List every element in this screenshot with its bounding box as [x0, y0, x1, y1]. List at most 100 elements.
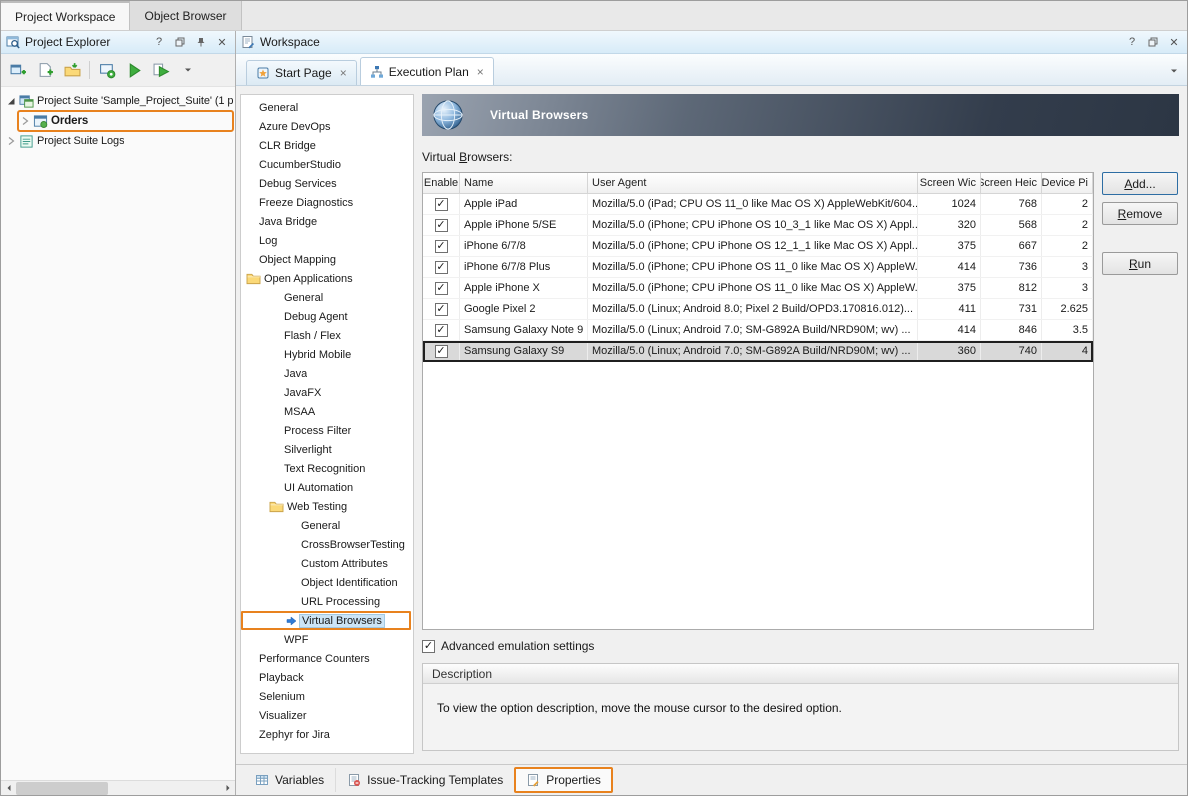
column-header-name[interactable]: Name: [460, 173, 588, 193]
tab-issue-tracking-templates[interactable]: Issue-Tracking Templates: [336, 768, 515, 792]
enable-checkbox[interactable]: ✓: [435, 282, 448, 295]
vb-row-apple-ipad[interactable]: ✓Apple iPadMozilla/5.0 (iPad; CPU OS 11_…: [423, 194, 1093, 215]
column-header-screen-width[interactable]: Screen Wic: [918, 173, 981, 193]
enable-checkbox[interactable]: ✓: [435, 261, 448, 274]
open-file-button[interactable]: [60, 58, 84, 82]
new-project-button[interactable]: [33, 58, 57, 82]
option-item-object-identification[interactable]: Object Identification: [241, 573, 413, 592]
option-item-freeze-diagnostics[interactable]: Freeze Diagnostics: [241, 193, 413, 212]
float-window-button[interactable]: [172, 34, 188, 50]
column-header-enable[interactable]: Enable: [423, 173, 460, 193]
option-item-object-mapping[interactable]: Object Mapping: [241, 250, 413, 269]
tree-item-project-suite-sample-project-suite-1-p[interactable]: Project Suite 'Sample_Project_Suite' (1 …: [1, 91, 235, 111]
run-button[interactable]: Run: [1102, 252, 1178, 275]
tab-properties[interactable]: Properties: [515, 768, 612, 792]
close-tab-icon[interactable]: ×: [340, 66, 347, 80]
option-item-custom-attributes[interactable]: Custom Attributes: [241, 554, 413, 573]
tree-item-box: Orders: [18, 111, 233, 131]
new-project-suite-button[interactable]: [6, 58, 30, 82]
option-item-ui-automation[interactable]: UI Automation: [241, 478, 413, 497]
vb-row-apple-iphone-x[interactable]: ✓Apple iPhone XMozilla/5.0 (iPhone; CPU …: [423, 278, 1093, 299]
option-item-debug-agent[interactable]: Debug Agent: [241, 307, 413, 326]
option-item-javafx[interactable]: JavaFX: [241, 383, 413, 402]
option-item-performance-counters[interactable]: Performance Counters: [241, 649, 413, 668]
tree-item-project-suite-logs[interactable]: Project Suite Logs: [1, 131, 235, 151]
vb-row-apple-iphone-5-se[interactable]: ✓Apple iPhone 5/SEMozilla/5.0 (iPhone; C…: [423, 215, 1093, 236]
option-item-silverlight[interactable]: Silverlight: [241, 440, 413, 459]
option-item-flash-flex[interactable]: Flash / Flex: [241, 326, 413, 345]
help-button[interactable]: ?: [151, 34, 167, 50]
close-panel-button[interactable]: ✕: [214, 34, 230, 50]
tab-start-page[interactable]: Start Page ×: [246, 60, 357, 85]
pin-button[interactable]: [193, 34, 209, 50]
add-button[interactable]: Add...: [1102, 172, 1178, 195]
record-test-button[interactable]: [95, 58, 119, 82]
enable-checkbox[interactable]: ✓: [435, 219, 448, 232]
option-item-azure-devops[interactable]: Azure DevOps: [241, 117, 413, 136]
float-window-button[interactable]: [1145, 34, 1161, 50]
tree-item-orders[interactable]: Orders: [1, 111, 235, 131]
expander-collapsed-icon[interactable]: [20, 116, 30, 126]
tab-list-dropdown[interactable]: [1170, 67, 1178, 75]
vb-row-iphone-6-7-8-plus[interactable]: ✓iPhone 6/7/8 PlusMozilla/5.0 (iPhone; C…: [423, 257, 1093, 278]
enable-checkbox[interactable]: ✓: [435, 345, 448, 358]
option-item-log[interactable]: Log: [241, 231, 413, 250]
option-item-general[interactable]: General: [241, 288, 413, 307]
enable-checkbox[interactable]: ✓: [435, 303, 448, 316]
tab-variables[interactable]: Variables: [244, 768, 336, 792]
run-options-dropdown-button[interactable]: [176, 58, 200, 82]
vb-row-samsung-galaxy-s9[interactable]: ✓Samsung Galaxy S9Mozilla/5.0 (Linux; An…: [423, 341, 1093, 362]
enable-checkbox[interactable]: ✓: [435, 198, 448, 211]
option-item-crossbrowsertesting[interactable]: CrossBrowserTesting: [241, 535, 413, 554]
column-header-device-pixel-ratio[interactable]: Device Pi: [1042, 173, 1093, 193]
option-item-selenium[interactable]: Selenium: [241, 687, 413, 706]
option-item-msaa[interactable]: MSAA: [241, 402, 413, 421]
scroll-left-button[interactable]: [1, 781, 16, 796]
option-item-visualizer[interactable]: Visualizer: [241, 706, 413, 725]
option-item-general[interactable]: General: [241, 516, 413, 535]
option-item-label: CucumberStudio: [259, 159, 341, 171]
option-item-url-processing[interactable]: URL Processing: [241, 592, 413, 611]
tab-project-workspace[interactable]: Project Workspace: [1, 1, 130, 30]
option-item-virtual-browsers[interactable]: Virtual Browsers: [241, 611, 411, 630]
vb-row-google-pixel-2[interactable]: ✓Google Pixel 2Mozilla/5.0 (Linux; Andro…: [423, 299, 1093, 320]
expander-expanded-icon[interactable]: [6, 96, 16, 106]
option-item-open-applications[interactable]: Open Applications: [241, 269, 413, 288]
advanced-emulation-checkbox[interactable]: ✓: [422, 640, 435, 653]
help-button[interactable]: ?: [1124, 34, 1140, 50]
vb-row-iphone-6-7-8[interactable]: ✓iPhone 6/7/8Mozilla/5.0 (iPhone; CPU iP…: [423, 236, 1093, 257]
option-item-general[interactable]: General: [241, 98, 413, 117]
option-item-wpf[interactable]: WPF: [241, 630, 413, 649]
close-tab-icon[interactable]: ×: [477, 65, 484, 79]
option-item-web-testing[interactable]: Web Testing: [241, 497, 413, 516]
tab-execution-plan[interactable]: Execution Plan ×: [360, 57, 494, 85]
option-item-text-recognition[interactable]: Text Recognition: [241, 459, 413, 478]
enable-checkbox[interactable]: ✓: [435, 240, 448, 253]
option-item-hybrid-mobile[interactable]: Hybrid Mobile: [241, 345, 413, 364]
option-item-label: Log: [259, 235, 277, 247]
testcomplete-window: Project Workspace Object Browser Project…: [0, 0, 1188, 796]
option-item-java-bridge[interactable]: Java Bridge: [241, 212, 413, 231]
option-item-zephyr-for-jira[interactable]: Zephyr for Jira: [241, 725, 413, 744]
scrollbar-thumb[interactable]: [16, 782, 108, 795]
option-item-process-filter[interactable]: Process Filter: [241, 421, 413, 440]
option-item-clr-bridge[interactable]: CLR Bridge: [241, 136, 413, 155]
vb-row-samsung-galaxy-note-9[interactable]: ✓Samsung Galaxy Note 9Mozilla/5.0 (Linux…: [423, 320, 1093, 341]
option-item-java[interactable]: Java: [241, 364, 413, 383]
scrollbar-track[interactable]: [16, 781, 220, 796]
enable-checkbox[interactable]: ✓: [435, 324, 448, 337]
expander-collapsed-icon[interactable]: [6, 136, 16, 146]
run-project-button[interactable]: [149, 58, 173, 82]
run-test-button[interactable]: [122, 58, 146, 82]
option-item-cucumberstudio[interactable]: CucumberStudio: [241, 155, 413, 174]
remove-button[interactable]: Remove: [1102, 202, 1178, 225]
option-item-label: WPF: [284, 634, 308, 646]
column-header-screen-height[interactable]: Screen Heic: [981, 173, 1042, 193]
close-panel-button[interactable]: ✕: [1166, 34, 1182, 50]
horizontal-scrollbar[interactable]: [1, 780, 235, 795]
scroll-right-button[interactable]: [220, 781, 235, 796]
option-item-playback[interactable]: Playback: [241, 668, 413, 687]
column-header-user-agent[interactable]: User Agent: [588, 173, 918, 193]
tab-object-browser[interactable]: Object Browser: [130, 1, 241, 30]
option-item-debug-services[interactable]: Debug Services: [241, 174, 413, 193]
